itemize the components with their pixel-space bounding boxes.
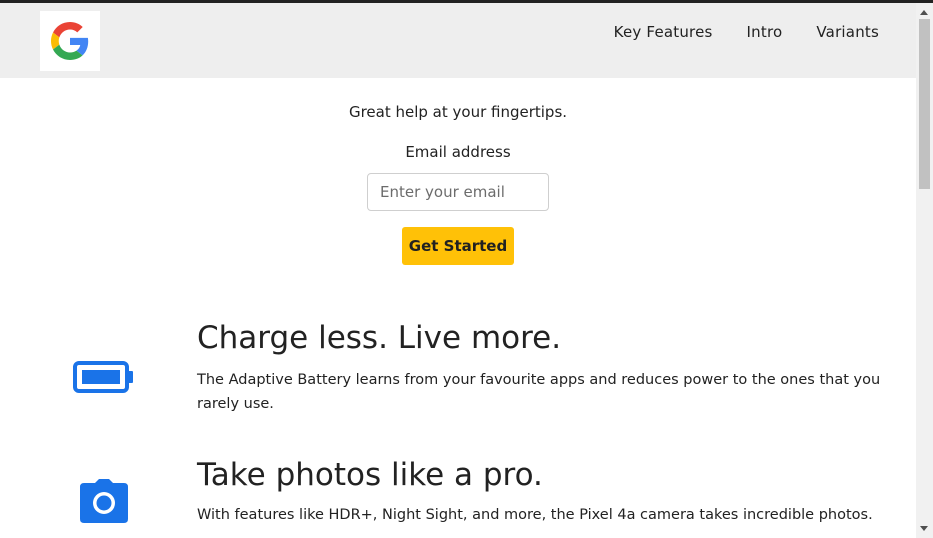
main-content: Great help at your fingertips. Email add…	[0, 78, 916, 538]
scrollbar-thumb[interactable]	[919, 19, 930, 189]
hero-tagline: Great help at your fingertips.	[348, 103, 568, 121]
site-header: Key Features Intro Variants	[0, 3, 916, 78]
feature-camera: Take photos like a pro. With features li…	[0, 453, 916, 538]
nav-variants[interactable]: Variants	[816, 23, 879, 41]
get-started-button[interactable]: Get Started	[402, 227, 514, 265]
scroll-up-arrow-icon[interactable]	[920, 10, 928, 15]
battery-icon	[73, 361, 135, 397]
vertical-scrollbar[interactable]	[916, 3, 933, 538]
camera-icon	[79, 479, 129, 527]
nav-intro[interactable]: Intro	[747, 23, 783, 41]
scroll-down-arrow-icon[interactable]	[920, 526, 928, 531]
feature-title: Charge less. Live more.	[197, 320, 562, 356]
feature-text: The Adaptive Battery learns from your fa…	[197, 372, 881, 412]
google-logo-icon	[51, 22, 89, 60]
feature-battery: Charge less. Live more. The Adaptive Bat…	[0, 316, 916, 426]
feature-text: With features like HDR+, Night Sight, an…	[197, 507, 873, 523]
email-label: Email address	[405, 143, 511, 161]
nav-key-features[interactable]: Key Features	[614, 23, 713, 41]
email-input[interactable]	[367, 173, 549, 211]
feature-title: Take photos like a pro.	[197, 457, 543, 493]
logo[interactable]	[40, 11, 100, 71]
main-nav: Key Features Intro Variants	[614, 23, 879, 41]
